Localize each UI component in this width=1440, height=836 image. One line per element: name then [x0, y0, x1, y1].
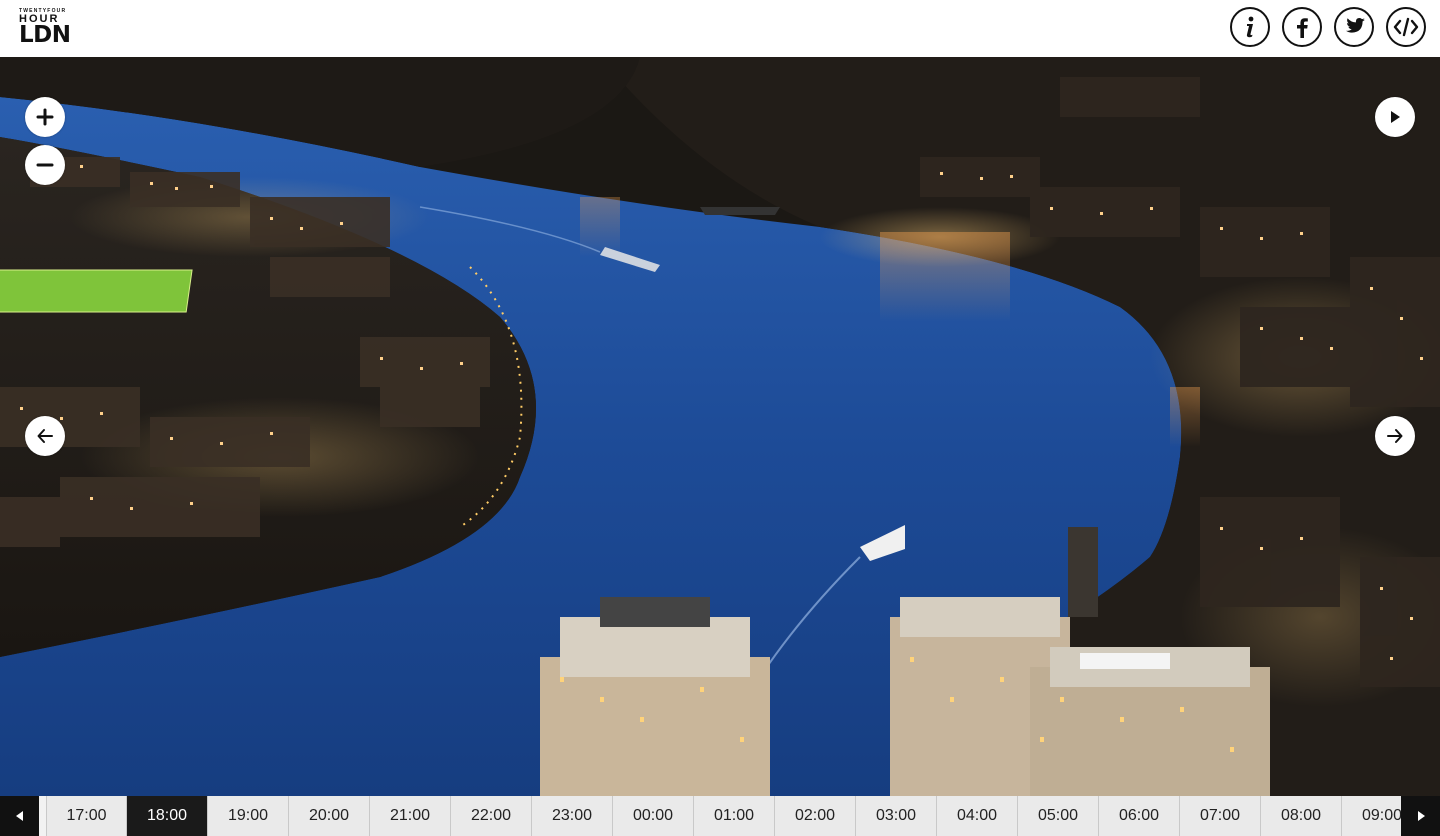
arrow-right-icon [1387, 429, 1403, 443]
logo[interactable]: TWENTYFOUR HOUR LDN [19, 8, 79, 48]
play-icon [1391, 111, 1400, 123]
code-icon [1393, 17, 1419, 37]
play-button[interactable] [1375, 97, 1415, 137]
timeline-list: 17:00 18:00 19:00 20:00 21:00 22:00 23:00 00:00… [46, 796, 1401, 836]
zoom-out-button[interactable] [25, 145, 65, 185]
timeline-item[interactable]: 03:00 [856, 796, 937, 836]
timeline-bar: 17:00 18:00 19:00 20:00 21:00 22:00 23:00 00:00… [0, 796, 1440, 836]
timeline-item[interactable]: 09:00 [1342, 796, 1401, 836]
timeline-item[interactable]: 22:00 [451, 796, 532, 836]
plus-icon [36, 108, 54, 126]
timeline-track: 17:00 18:00 19:00 20:00 21:00 22:00 23:00 00:00… [39, 796, 1401, 836]
info-button[interactable] [1230, 7, 1270, 47]
minus-icon [36, 163, 54, 167]
caret-left-icon [15, 811, 23, 821]
timeline-item[interactable]: 19:00 [208, 796, 289, 836]
next-photo-button[interactable] [1375, 416, 1415, 456]
zoom-in-button[interactable] [25, 97, 65, 137]
timeline-item[interactable]: 06:00 [1099, 796, 1180, 836]
timeline-next-button[interactable] [1401, 796, 1440, 836]
embed-button[interactable] [1386, 7, 1426, 47]
timeline-item[interactable]: 21:00 [370, 796, 451, 836]
timeline-item[interactable]: 00:00 [613, 796, 694, 836]
timeline-prev-button[interactable] [0, 796, 39, 836]
caret-right-icon [1417, 811, 1425, 821]
timeline-item[interactable]: 18:00 [127, 796, 208, 836]
london-night-river-photo [0, 57, 1440, 796]
timeline-item[interactable]: 05:00 [1018, 796, 1099, 836]
timeline-item[interactable]: 04:00 [937, 796, 1018, 836]
previous-photo-button[interactable] [25, 416, 65, 456]
facebook-icon [1297, 18, 1308, 38]
twitter-icon [1345, 18, 1365, 33]
timeline-item[interactable]: 20:00 [289, 796, 370, 836]
photo-viewer[interactable] [0, 57, 1440, 796]
timeline-item[interactable]: 17:00 [46, 796, 127, 836]
arrow-left-icon [37, 429, 53, 443]
timeline-item[interactable]: 23:00 [532, 796, 613, 836]
logo-city-text: LDN [19, 22, 71, 48]
facebook-button[interactable] [1282, 7, 1322, 47]
timeline-item[interactable]: 01:00 [694, 796, 775, 836]
header: TWENTYFOUR HOUR LDN [0, 0, 1440, 57]
timeline-item[interactable]: 08:00 [1261, 796, 1342, 836]
twitter-button[interactable] [1334, 7, 1374, 47]
info-icon [1246, 16, 1254, 38]
timeline-item[interactable]: 02:00 [775, 796, 856, 836]
timeline-item[interactable]: 07:00 [1180, 796, 1261, 836]
header-actions [1230, 7, 1426, 47]
